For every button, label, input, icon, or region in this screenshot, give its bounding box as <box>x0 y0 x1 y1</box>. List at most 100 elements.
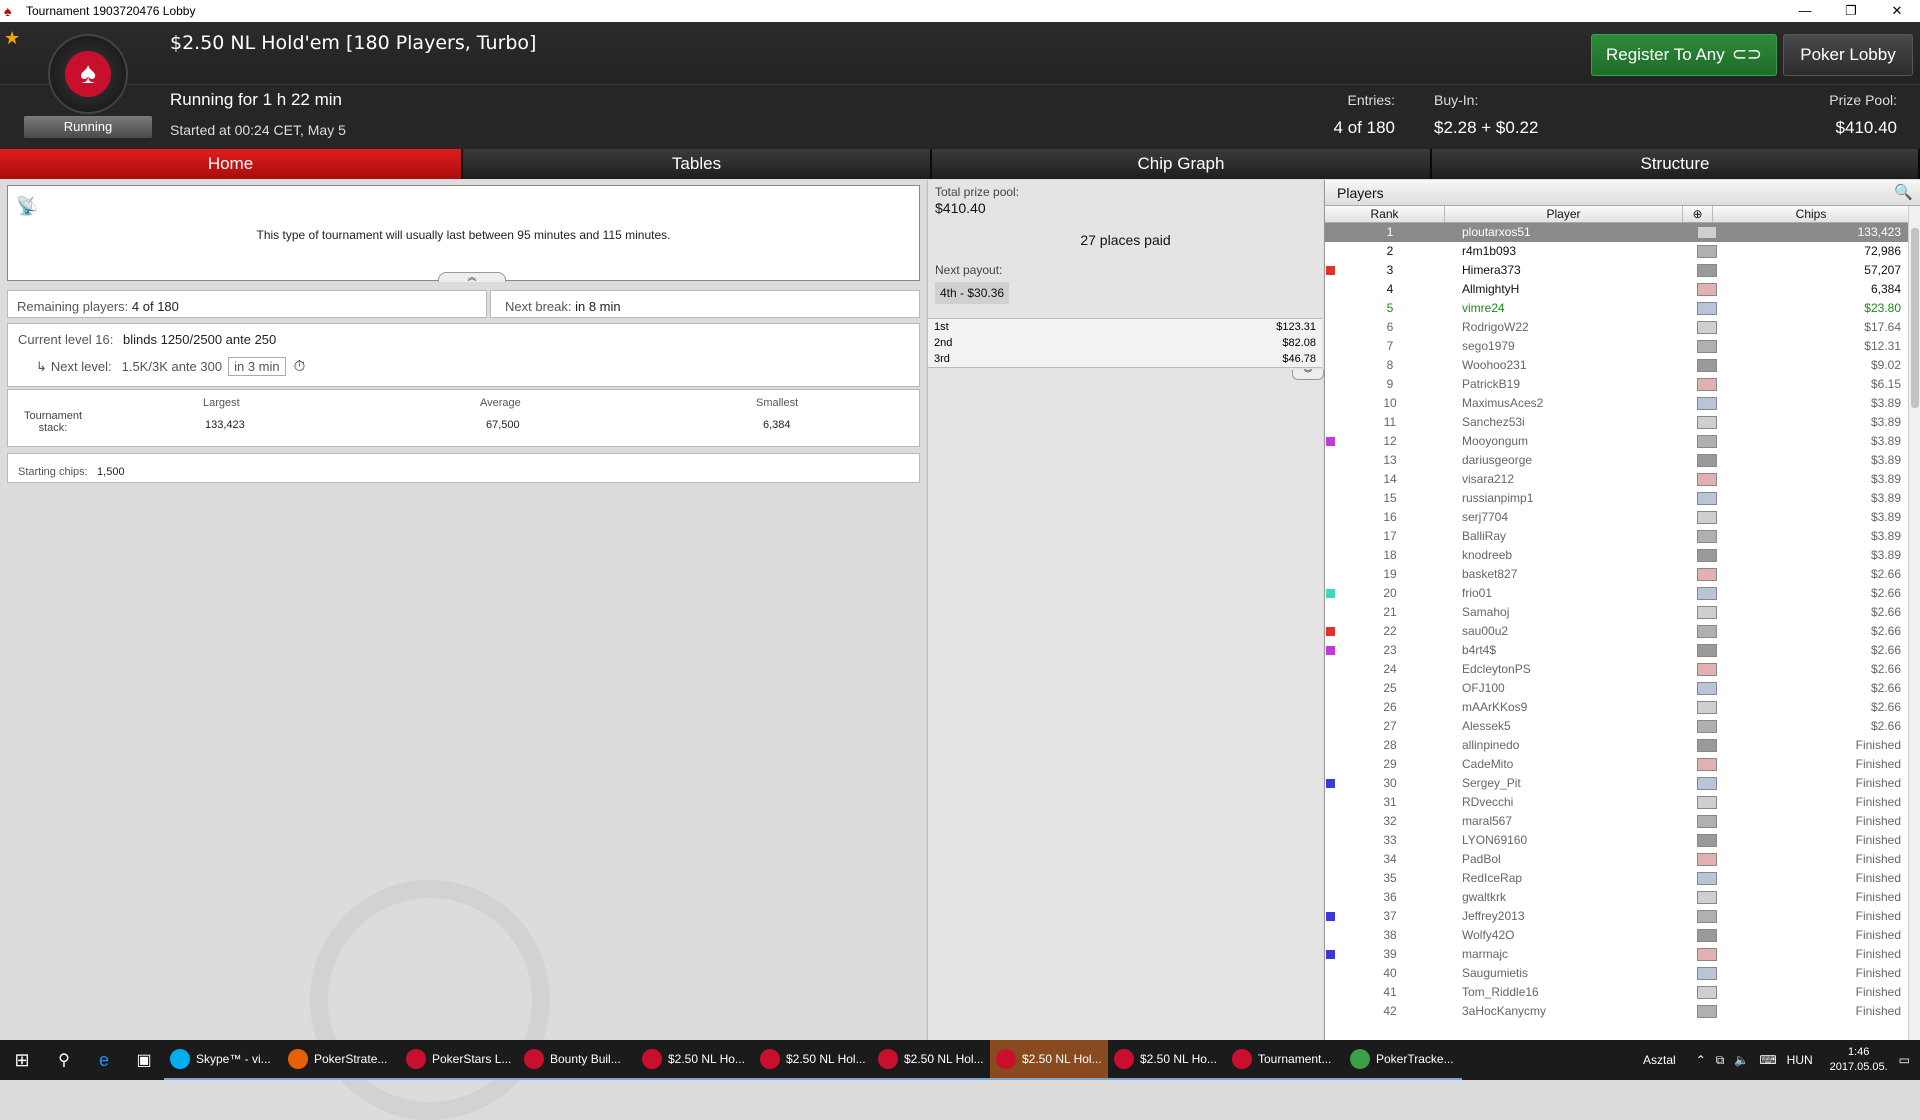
poker-lobby-button[interactable]: Poker Lobby <box>1783 34 1913 76</box>
player-row[interactable]: 35 RedIceRap Finished <box>1325 869 1909 888</box>
player-row[interactable]: 28 allinpinedo Finished <box>1325 736 1909 755</box>
player-row[interactable]: 2 r4m1b093 72,986 <box>1325 242 1909 261</box>
player-row[interactable]: 42 3aHocKanycmy Finished <box>1325 1002 1909 1021</box>
player-chips: Finished <box>1855 985 1901 999</box>
player-chips: $3.89 <box>1870 529 1901 543</box>
player-row[interactable]: 33 LYON69160 Finished <box>1325 831 1909 850</box>
player-row[interactable]: 29 CadeMito Finished <box>1325 755 1909 774</box>
tab-tables[interactable]: Tables <box>463 149 932 179</box>
store-icon[interactable]: ▣ <box>124 1040 164 1080</box>
desktop-label[interactable]: Asztal <box>1643 1053 1676 1067</box>
keyboard-icon[interactable]: ⌨ <box>1759 1053 1776 1067</box>
player-row[interactable]: 30 Sergey_Pit Finished <box>1325 774 1909 793</box>
player-note-marker <box>1325 964 1335 983</box>
search-icon[interactable]: 🔍 <box>1894 183 1913 201</box>
player-row[interactable]: 1 ploutarxos51 133,423 <box>1325 223 1909 242</box>
register-to-any-button[interactable]: Register To Any ⊂⊃ <box>1591 34 1777 76</box>
app-icon <box>1232 1049 1252 1069</box>
player-row[interactable]: 20 frio01 $2.66 <box>1325 584 1909 603</box>
taskbar-app[interactable]: Tournament... <box>1226 1040 1344 1080</box>
taskbar-app[interactable]: $2.50 NL Ho... <box>636 1040 754 1080</box>
player-row[interactable]: 5 vimre24 $23.80 <box>1325 299 1909 318</box>
player-row[interactable]: 32 maral567 Finished <box>1325 812 1909 831</box>
player-row[interactable]: 31 RDvecchi Finished <box>1325 793 1909 812</box>
network-icon[interactable]: ⧉ <box>1716 1053 1725 1068</box>
tray-expand-icon[interactable]: ⌃ <box>1696 1053 1706 1067</box>
player-row[interactable]: 7 sego1979 $12.31 <box>1325 337 1909 356</box>
clock[interactable]: 1:46 2017.05.05. <box>1819 1045 1899 1075</box>
player-row[interactable]: 27 Alessek5 $2.66 <box>1325 717 1909 736</box>
search-icon[interactable]: ⚲ <box>44 1040 84 1080</box>
start-icon[interactable]: ⊞ <box>0 1040 44 1080</box>
col-chips[interactable]: Chips <box>1713 206 1909 222</box>
player-row[interactable]: 39 marmajc Finished <box>1325 945 1909 964</box>
restore-button[interactable]: ❐ <box>1828 0 1874 22</box>
expand-payouts-icon[interactable]: ︾ <box>1292 370 1324 380</box>
player-rank: 33 <box>1383 833 1397 847</box>
tab-structure[interactable]: Structure <box>1432 149 1920 179</box>
edge-icon[interactable]: e <box>84 1040 124 1080</box>
language-indicator[interactable]: HUN <box>1787 1053 1813 1067</box>
collapse-handle[interactable]: ︽ <box>438 272 506 282</box>
volume-icon[interactable]: 🔈 <box>1734 1053 1749 1067</box>
player-row[interactable]: 40 Saugumietis Finished <box>1325 964 1909 983</box>
player-row[interactable]: 11 Sanchez53i $3.89 <box>1325 413 1909 432</box>
notifications-icon[interactable]: ▭ <box>1899 1053 1910 1067</box>
player-row[interactable]: 4 AllmightyH 6,384 <box>1325 280 1909 299</box>
player-row[interactable]: 37 Jeffrey2013 Finished <box>1325 907 1909 926</box>
player-note-marker <box>1325 622 1335 641</box>
players-scrollbar[interactable] <box>1908 206 1920 1040</box>
taskbar-app[interactable]: PokerTracke... <box>1344 1040 1462 1080</box>
player-name: PatrickB19 <box>1462 377 1521 391</box>
player-row[interactable]: 26 mAArKKos9 $2.66 <box>1325 698 1909 717</box>
tab-chip-graph[interactable]: Chip Graph <box>932 149 1432 179</box>
player-name: knodreeb <box>1462 548 1513 562</box>
minimize-button[interactable]: — <box>1782 0 1828 22</box>
player-row[interactable]: 41 Tom_Riddle16 Finished <box>1325 983 1909 1002</box>
col-rank[interactable]: Rank <box>1325 206 1445 222</box>
col-player[interactable]: Player <box>1445 206 1683 222</box>
player-row[interactable]: 10 MaximusAces2 $3.89 <box>1325 394 1909 413</box>
player-row[interactable]: 25 OFJ100 $2.66 <box>1325 679 1909 698</box>
player-row[interactable]: 22 sau00u2 $2.66 <box>1325 622 1909 641</box>
player-row[interactable]: 3 Himera373 57,207 <box>1325 261 1909 280</box>
player-row[interactable]: 9 PatrickB19 $6.15 <box>1325 375 1909 394</box>
favorite-star-icon[interactable]: ★ <box>4 28 20 49</box>
player-row[interactable]: 21 Samahoj $2.66 <box>1325 603 1909 622</box>
buyin-stat: Buy-In: $2.28 + $0.22 <box>1434 92 1539 137</box>
players-panel: Players 🔍 Rank Player ⊕ Chips 1 ploutarxo… <box>1324 180 1920 1040</box>
player-row[interactable]: 18 knodreeb $3.89 <box>1325 546 1909 565</box>
tab-home[interactable]: Home <box>0 149 463 179</box>
player-row[interactable]: 8 Woohoo231 $9.02 <box>1325 356 1909 375</box>
player-row[interactable]: 34 PadBol Finished <box>1325 850 1909 869</box>
country-flag-icon <box>1693 945 1721 964</box>
players-header: Players 🔍 <box>1325 180 1920 206</box>
taskbar-app[interactable]: PokerStrate... <box>282 1040 400 1080</box>
player-row[interactable]: 36 gwaltkrk Finished <box>1325 888 1909 907</box>
taskbar-app[interactable]: Skype™ - vi... <box>164 1040 282 1080</box>
player-rank: 17 <box>1383 529 1397 543</box>
player-row[interactable]: 14 visara212 $3.89 <box>1325 470 1909 489</box>
player-name: maral567 <box>1462 814 1513 828</box>
player-row[interactable]: 13 dariusgeorge $3.89 <box>1325 451 1909 470</box>
taskbar-app[interactable]: $2.50 NL Ho... <box>1108 1040 1226 1080</box>
player-note-marker <box>1325 850 1335 869</box>
taskbar-app[interactable]: $2.50 NL Hol... <box>872 1040 990 1080</box>
close-button[interactable]: ✕ <box>1874 0 1920 22</box>
player-row[interactable]: 24 EdcleytonPS $2.66 <box>1325 660 1909 679</box>
taskbar-app[interactable]: $2.50 NL Hol... <box>754 1040 872 1080</box>
player-row[interactable]: 12 Mooyongum $3.89 <box>1325 432 1909 451</box>
player-row[interactable]: 38 Wolfy42O Finished <box>1325 926 1909 945</box>
player-row[interactable]: 16 serj7704 $3.89 <box>1325 508 1909 527</box>
player-row[interactable]: 17 BalliRay $3.89 <box>1325 527 1909 546</box>
player-row[interactable]: 6 RodrigoW22 $17.64 <box>1325 318 1909 337</box>
player-row[interactable]: 19 basket827 $2.66 <box>1325 565 1909 584</box>
player-row[interactable]: 15 russianpimp1 $3.89 <box>1325 489 1909 508</box>
player-note-marker <box>1325 812 1335 831</box>
globe-icon[interactable]: ⊕ <box>1683 206 1713 222</box>
player-row[interactable]: 23 b4rt4$ $2.66 <box>1325 641 1909 660</box>
taskbar-app[interactable]: $2.50 NL Hol... <box>990 1040 1108 1080</box>
taskbar-app[interactable]: Bounty Buil... <box>518 1040 636 1080</box>
player-rank: 10 <box>1383 396 1397 410</box>
taskbar-app[interactable]: PokerStars L... <box>400 1040 518 1080</box>
